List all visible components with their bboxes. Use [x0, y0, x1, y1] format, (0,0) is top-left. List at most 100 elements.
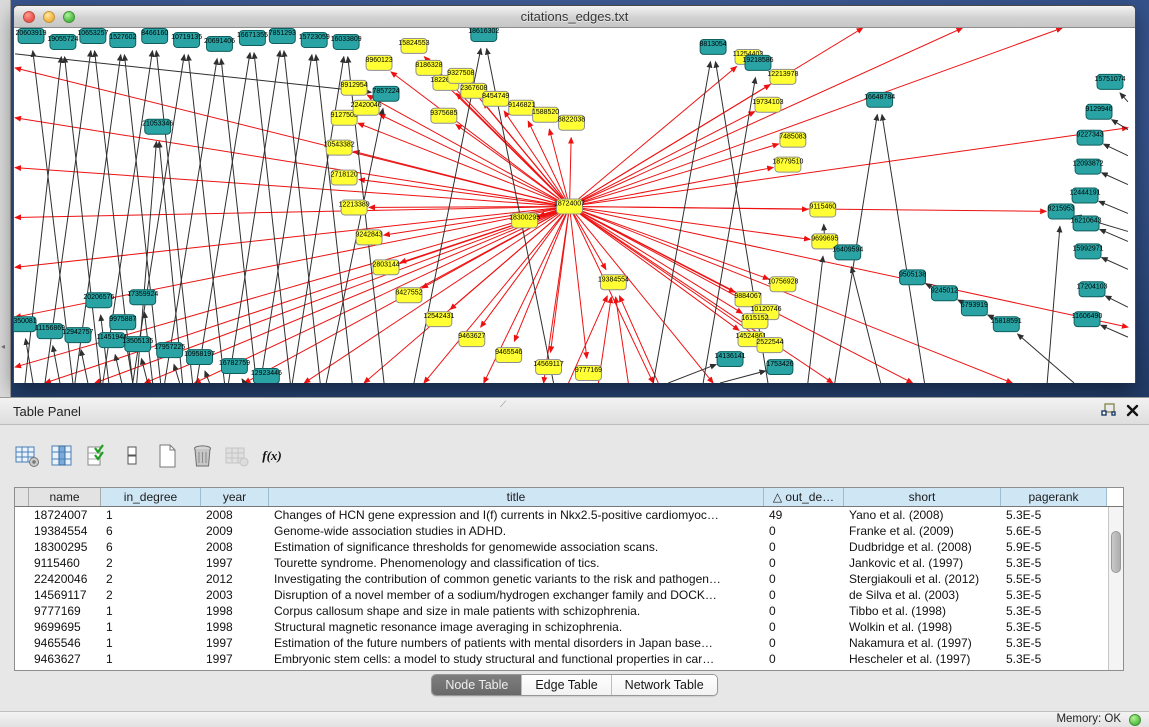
close-panel-icon[interactable]	[1126, 404, 1139, 417]
graph-node[interactable]: 17204103	[1077, 282, 1108, 297]
cell-out_de[interactable]: 0	[764, 635, 844, 651]
graph-node[interactable]: 9327508	[447, 68, 474, 83]
graph-node[interactable]: 18616302	[468, 28, 499, 41]
cell-pagerank[interactable]: 5.5E-5	[1001, 571, 1107, 587]
row-gutter[interactable]	[15, 539, 29, 555]
column-header-corner[interactable]	[15, 488, 29, 506]
table-row[interactable]: 977716911998Corpus callosum shape and si…	[15, 603, 1123, 619]
row-gutter[interactable]	[15, 603, 29, 619]
cell-short[interactable]: Franke et al. (2009)	[844, 523, 1001, 539]
graph-node[interactable]: 10543382	[324, 140, 355, 155]
tab-network-table[interactable]: Network Table	[612, 675, 717, 695]
cell-name[interactable]: 9115460	[29, 555, 101, 571]
cell-year[interactable]: 2008	[201, 539, 269, 555]
cell-in_degree[interactable]: 1	[101, 603, 201, 619]
graph-node[interactable]: 9375685	[430, 108, 457, 123]
cell-out_de[interactable]: 0	[764, 523, 844, 539]
cell-title[interactable]: Tourette syndrome. Phenomenology and cla…	[269, 555, 764, 571]
float-window-icon[interactable]	[1101, 403, 1116, 417]
graph-node[interactable]: 9975887	[109, 315, 136, 330]
row-gutter[interactable]	[15, 571, 29, 587]
cell-name[interactable]: 14569117	[29, 587, 101, 603]
cell-name[interactable]: 22420046	[29, 571, 101, 587]
tab-node-table[interactable]: Node Table	[432, 675, 522, 695]
graph-node[interactable]: 20691406	[204, 36, 235, 51]
graph-node[interactable]: 16782759	[219, 359, 250, 374]
cell-in_degree[interactable]: 1	[101, 507, 201, 523]
graph-node[interactable]: 7851293	[269, 28, 296, 43]
column-header-short[interactable]: short	[844, 488, 1001, 506]
cell-title[interactable]: Genome-wide association studies in ADHD.	[269, 523, 764, 539]
graph-node[interactable]: 11156869	[35, 324, 65, 339]
cell-year[interactable]: 1998	[201, 603, 269, 619]
graph-node[interactable]: 17359924	[127, 290, 158, 305]
cell-title[interactable]: Structural magnetic resonance image aver…	[269, 619, 764, 635]
graph-node[interactable]: 9129946	[1085, 104, 1112, 119]
cell-name[interactable]: 9465546	[29, 635, 101, 651]
graph-node[interactable]: 12093872	[1073, 159, 1104, 174]
table-row[interactable]: 1872400712008Changes of HCN gene express…	[15, 507, 1123, 523]
cell-in_degree[interactable]: 1	[101, 651, 201, 667]
graph-node[interactable]: 16671355	[237, 30, 268, 45]
row-gutter[interactable]	[15, 587, 29, 603]
cell-title[interactable]: Investigating the contribution of common…	[269, 571, 764, 587]
cell-pagerank[interactable]: 5.3E-5	[1001, 651, 1107, 667]
cell-year[interactable]: 2008	[201, 507, 269, 523]
graph-node[interactable]: 1615152	[741, 314, 768, 329]
cell-short[interactable]: Jankovic et al. (1997)	[844, 555, 1001, 571]
graph-node[interactable]: 14136141	[715, 352, 746, 367]
graph-node[interactable]: 1588520	[532, 107, 559, 122]
cell-short[interactable]: Dudbridge et al. (2008)	[844, 539, 1001, 555]
cell-year[interactable]: 2003	[201, 587, 269, 603]
cell-out_de[interactable]: 0	[764, 555, 844, 571]
cell-in_degree[interactable]: 2	[101, 555, 201, 571]
graph-node[interactable]: 8454749	[482, 91, 509, 106]
cell-year[interactable]: 1998	[201, 619, 269, 635]
cell-pagerank[interactable]: 5.3E-5	[1001, 587, 1107, 603]
cell-name[interactable]: 18724007	[29, 507, 101, 523]
row-height-button[interactable]	[119, 443, 145, 469]
cell-out_de[interactable]: 49	[764, 507, 844, 523]
graph-node[interactable]: 1753426	[766, 360, 793, 375]
cell-title[interactable]: Corpus callosum shape and size in male p…	[269, 603, 764, 619]
graph-node[interactable]: 8186328	[415, 60, 442, 75]
graph-node[interactable]: 16033809	[331, 34, 362, 49]
cell-title[interactable]: Embryonic stem cells: a model to study s…	[269, 651, 764, 667]
graph-node[interactable]: 12942757	[62, 328, 93, 343]
row-gutter[interactable]	[15, 635, 29, 651]
row-gutter[interactable]	[15, 619, 29, 635]
cell-pagerank[interactable]: 5.6E-5	[1001, 523, 1107, 539]
cell-year[interactable]: 1997	[201, 555, 269, 571]
graph-node[interactable]: 4350081	[14, 317, 37, 332]
graph-node[interactable]: 8466160	[141, 28, 168, 43]
table-row[interactable]: 946554611997Estimation of the future num…	[15, 635, 1123, 651]
cell-in_degree[interactable]: 2	[101, 571, 201, 587]
table-row[interactable]: 969969511998Structural magnetic resonanc…	[15, 619, 1123, 635]
graph-node[interactable]: 15992971	[1073, 244, 1104, 259]
table-row[interactable]: 1830029562008Estimation of significance …	[15, 539, 1123, 555]
graph-node[interactable]: 9242843	[356, 230, 383, 245]
graph-node[interactable]: 15723059	[299, 32, 330, 47]
cell-name[interactable]: 19384554	[29, 523, 101, 539]
column-header-pagerank[interactable]: pagerank	[1001, 488, 1107, 506]
graph-node[interactable]: 19384554	[598, 275, 629, 290]
cell-title[interactable]: Estimation of significance thresholds fo…	[269, 539, 764, 555]
cell-short[interactable]: Yano et al. (2008)	[844, 507, 1001, 523]
graph-node[interactable]: 15751074	[1094, 74, 1125, 89]
column-header-out_de[interactable]: △ out_de…	[764, 488, 844, 506]
scrollbar-thumb[interactable]	[1111, 531, 1121, 573]
cell-pagerank[interactable]: 5.3E-5	[1001, 555, 1107, 571]
graph-node[interactable]: 9115460	[809, 202, 836, 217]
cell-pagerank[interactable]: 5.3E-5	[1001, 603, 1107, 619]
cell-short[interactable]: Hescheler et al. (1997)	[844, 651, 1001, 667]
graph-node[interactable]: 17957225	[154, 343, 185, 358]
cell-short[interactable]: Wolkin et al. (1998)	[844, 619, 1001, 635]
cell-short[interactable]: Stergiakouli et al. (2012)	[844, 571, 1001, 587]
tab-edge-table[interactable]: Edge Table	[522, 675, 611, 695]
graph-node[interactable]: 18300295	[509, 213, 540, 228]
network-canvas[interactable]: 1872400718300295158245538960123891295491…	[14, 28, 1135, 383]
cell-in_degree[interactable]: 2	[101, 587, 201, 603]
graph-node[interactable]: 20206576	[83, 293, 114, 308]
graph-node[interactable]: 13505135	[122, 337, 153, 352]
graph-node[interactable]: 8912954	[341, 80, 368, 95]
